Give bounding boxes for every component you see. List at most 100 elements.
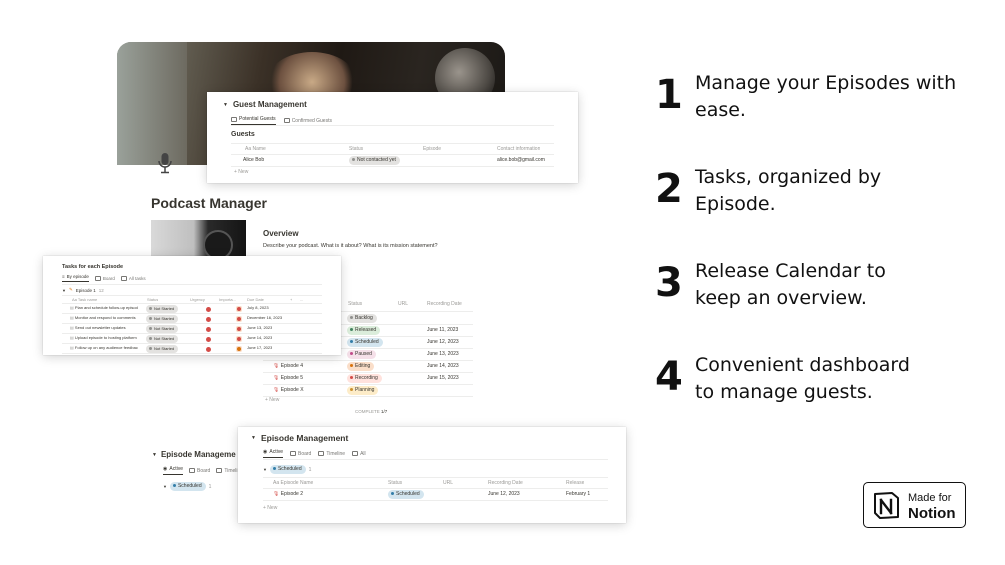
toggle-caret-icon[interactable]: ▼: [152, 452, 157, 458]
tab-by-episode[interactable]: ≡ By episode: [62, 274, 89, 282]
board-icon: [189, 468, 195, 473]
column-header-url[interactable]: URL: [398, 301, 408, 307]
overview-heading: Overview: [263, 229, 299, 238]
status-badge[interactable]: Not Started: [146, 345, 179, 353]
status-badge[interactable]: Planning: [347, 386, 379, 395]
table-row[interactable]: ▤ Send out newsletter updates Not Started…: [62, 324, 322, 334]
tab-timeline[interactable]: Timeline: [318, 449, 345, 458]
add-column-button[interactable]: +: [290, 297, 292, 302]
toggle-caret-icon[interactable]: ▼: [223, 102, 228, 108]
page-title: Podcast Manager: [151, 195, 267, 211]
table-row[interactable]: ▤ Follow up on any audience feedbac Not S…: [62, 344, 322, 354]
tab-all-tasks[interactable]: All tasks: [120, 274, 146, 282]
column-header-recording-date[interactable]: Recording Date: [427, 301, 462, 307]
due-date: July 8, 2023: [247, 305, 269, 310]
toggle-caret-icon[interactable]: ▼: [62, 288, 66, 293]
episode-management-panel: ▼ Episode Management ◉ Active Board Timel…: [238, 427, 626, 523]
overview-description: Describe your podcast. What is it about?…: [263, 243, 438, 249]
feature-text: Release Calendar to keep an overview.: [695, 258, 886, 312]
column-header-urgency[interactable]: Urgency: [190, 297, 205, 302]
overview-image: [151, 220, 246, 260]
feature-line: ease.: [695, 99, 746, 121]
column-header-status[interactable]: Status: [349, 146, 363, 152]
target-icon: ◉: [263, 449, 268, 455]
microphone-icon: 🎙: [273, 375, 280, 381]
tab-board[interactable]: Board: [94, 274, 115, 282]
guest-name: Alice Bob: [243, 157, 265, 163]
column-header-status[interactable]: Status: [147, 297, 158, 302]
tab-board[interactable]: Board: [290, 449, 311, 458]
column-header-recording-date[interactable]: Recording Date: [488, 480, 523, 486]
status-badge[interactable]: Released: [347, 326, 381, 335]
task-name: Upload episode to hosting platform: [74, 335, 137, 340]
due-date: June 14, 2023: [247, 335, 273, 340]
status-badge[interactable]: Scheduled: [269, 465, 306, 474]
toggle-caret-icon[interactable]: ▼: [163, 484, 167, 489]
column-header-url[interactable]: URL: [443, 480, 453, 486]
urgency-indicator: [206, 327, 211, 332]
status-badge[interactable]: Not Started: [146, 305, 179, 313]
toggle-caret-icon[interactable]: ▼: [251, 435, 256, 441]
badge-line2: Notion: [908, 505, 956, 522]
table-row[interactable]: Alice Bob Not contacted yet alice.bob@gm…: [231, 155, 554, 167]
table-row[interactable]: ▤ Monitor and respond to comments Not Sta…: [62, 314, 322, 324]
status-badge[interactable]: Scheduled: [169, 482, 206, 491]
importance-indicator: [236, 306, 242, 312]
new-row-button[interactable]: + New: [234, 169, 248, 175]
new-row-button[interactable]: + New: [265, 397, 279, 403]
table-row[interactable]: 🎙 Episode 4 Editing June 14, 2023: [263, 361, 473, 373]
status-badge[interactable]: Not Started: [146, 335, 179, 343]
column-header-contact[interactable]: Contact information: [497, 146, 540, 152]
recording-date: June 11, 2023: [427, 327, 459, 333]
status-badge[interactable]: Scheduled: [347, 338, 383, 347]
status-badge[interactable]: Not Started: [146, 315, 179, 323]
table-row[interactable]: 🎙 Episode 5 Recording June 15, 2023: [263, 373, 473, 385]
episode-name: Episode X: [280, 387, 304, 393]
feature-text: Convenient dashboard to manage guests.: [695, 352, 910, 406]
group-label: Episode 1: [75, 287, 96, 293]
recording-date: June 15, 2023: [427, 375, 459, 381]
tab-board[interactable]: Board: [189, 466, 210, 475]
column-header-task-name[interactable]: Aa Task name: [72, 297, 97, 302]
tab-potential-guests[interactable]: Potential Guests: [231, 116, 276, 125]
page-icon: ▤: [70, 345, 74, 350]
feature-text: Manage your Episodes with ease.: [695, 70, 956, 124]
tab-active[interactable]: ◉ Active: [263, 449, 283, 458]
column-header-release[interactable]: Release: [566, 480, 584, 486]
column-header-status[interactable]: Status: [388, 480, 402, 486]
more-options-button[interactable]: ...: [300, 297, 303, 302]
due-date: June 13, 2023: [247, 325, 273, 330]
new-row-button[interactable]: + New: [263, 505, 277, 511]
group-count: 1: [308, 466, 312, 473]
complete-value: 1/7: [381, 409, 388, 414]
board-icon: [290, 451, 296, 456]
importance-indicator: [236, 346, 242, 352]
status-badge[interactable]: Editing: [347, 362, 375, 371]
toggle-caret-icon[interactable]: ▼: [263, 467, 267, 472]
episode-name: Episode 4: [280, 363, 303, 369]
due-date: December 16, 2023: [247, 315, 283, 320]
status-badge[interactable]: Not Started: [146, 325, 179, 333]
tab-all[interactable]: All: [352, 449, 366, 458]
table-row[interactable]: 🎙 Episode X Planning: [263, 385, 473, 397]
table-row[interactable]: ▤ Upload episode to hosting platform Not …: [62, 334, 322, 344]
tab-active[interactable]: ◉ Active: [163, 466, 183, 475]
tab-timeline[interactable]: Timeli: [216, 466, 238, 475]
column-header-status[interactable]: Status: [348, 301, 362, 307]
status-badge[interactable]: Scheduled: [388, 490, 424, 499]
column-header-episode[interactable]: Episode: [423, 146, 441, 152]
column-header-name[interactable]: Aa Name: [245, 146, 266, 152]
column-header-importance[interactable]: Importa...: [219, 297, 236, 302]
table-row[interactable]: ▤ Plan and schedule follow-up episod Not …: [62, 304, 322, 314]
column-header-episode-name[interactable]: Aa Episode Name: [273, 480, 313, 486]
column-header-due-date[interactable]: Due Date: [247, 297, 264, 302]
page-icon: ▤: [70, 305, 74, 310]
table-row[interactable]: 🎙 Episode 2 Scheduled June 12, 2023 Febr…: [263, 489, 608, 501]
tasks-title: Tasks for each Episode: [62, 264, 124, 270]
status-badge[interactable]: Not contacted yet: [349, 156, 400, 165]
tab-confirmed-guests[interactable]: Confirmed Guests: [283, 116, 332, 125]
status-badge[interactable]: Backlog: [347, 314, 377, 323]
feature-line: Release Calendar to: [695, 260, 886, 282]
status-badge[interactable]: Recording: [347, 374, 382, 383]
status-badge[interactable]: Paused: [347, 350, 376, 359]
